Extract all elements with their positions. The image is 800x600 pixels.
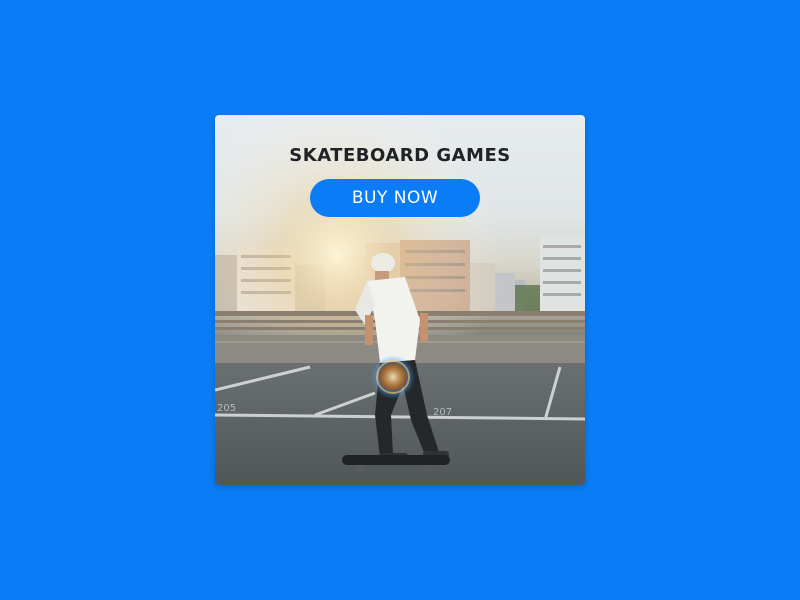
skateboarder-photo: 205 207: [215, 115, 585, 485]
ad-headline: SKATEBOARD GAMES: [289, 145, 511, 166]
parking-number-205: 205: [217, 403, 236, 414]
parking-number-207: 207: [433, 407, 452, 418]
skateboard-ad-card[interactable]: 205 207 SKATEBOARD GAMES BUY NOW: [215, 115, 585, 485]
buy-now-button[interactable]: BUY NOW: [310, 179, 480, 217]
